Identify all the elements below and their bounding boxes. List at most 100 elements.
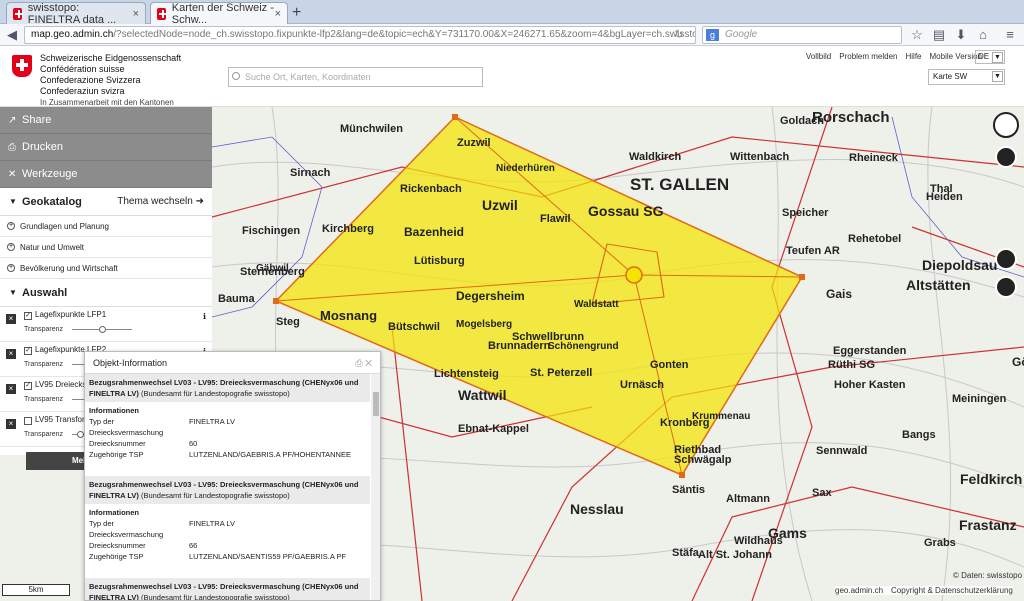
compass-icon[interactable]	[993, 112, 1019, 138]
remove-layer-icon[interactable]: ×	[6, 349, 16, 359]
remove-layer-icon[interactable]: ×	[6, 314, 16, 324]
print-button[interactable]: ⎙ Drucken	[0, 134, 212, 161]
bookmark-star-icon[interactable]: ☆	[908, 26, 926, 44]
arrow-right-icon: ➜	[195, 196, 204, 207]
switch-topic-link[interactable]: Thema wechseln ➜	[117, 188, 204, 216]
swiss-map-icon[interactable]	[995, 276, 1017, 298]
record-key: Zugehörige TSP	[89, 450, 144, 459]
place-label: Mosnang	[320, 308, 378, 323]
copyright-link[interactable]: Copyright & Datenschutzerklärung	[891, 586, 1013, 595]
new-tab-button[interactable]: +	[292, 4, 301, 22]
print-label: Drucken	[22, 141, 63, 153]
bookmarks-list-icon[interactable]: ▤	[930, 26, 948, 44]
browser-search-input[interactable]: g Google	[702, 26, 902, 44]
record-row: Typ der Dreiecksvermaschung FINELTRA LV	[85, 518, 370, 540]
place-label: Grabs	[924, 537, 956, 549]
record-value: LUTZENLAND/GAEBRIS.A PF/HOHENTANNEE	[189, 450, 351, 459]
record-key: Dreiecksnummer	[89, 439, 146, 448]
tab-label: Karten der Schweiz - Schw...	[171, 1, 274, 26]
location-search-input[interactable]: Suche Ort, Karten, Koordinaten	[228, 67, 483, 87]
share-button[interactable]: ↗ Share	[0, 107, 212, 134]
background-map-select[interactable]: Karte SW ▼	[928, 69, 1005, 85]
place-label: Speicher	[782, 207, 829, 219]
place-label: Gams	[768, 525, 807, 541]
record-value: FINELTRA LV	[189, 417, 235, 426]
address-bar[interactable]: map.geo.admin.ch/?selectedNode=node_ch.s…	[24, 26, 696, 44]
reload-icon[interactable]: ↻	[670, 26, 688, 44]
place-label: Wittenbach	[730, 151, 790, 163]
catalog-item[interactable]: + Grundlagen und Planung	[0, 216, 212, 237]
confederation-logo-text: Schweizerische Eidgenossenschaft Confédé…	[40, 53, 181, 108]
place-label: Meiningen	[952, 393, 1007, 405]
slider-handle[interactable]	[99, 326, 106, 333]
place-label: Altstätten	[906, 277, 971, 293]
layer-checkbox[interactable]: ✓	[24, 347, 32, 355]
menu-icon[interactable]: ≡	[1001, 26, 1019, 44]
record-value: 66	[189, 541, 198, 550]
close-icon[interactable]: ×	[275, 8, 281, 20]
attribution: © Daten: swisstopo	[953, 571, 1023, 580]
home-icon[interactable]: ⌂	[974, 26, 992, 44]
record-row: Dreiecksnummer 60	[85, 438, 370, 449]
plus-icon: +	[7, 243, 15, 251]
layer-checkbox[interactable]: ✓	[24, 382, 32, 390]
tools-icon: ✕	[8, 169, 17, 180]
place-label: Gonten	[650, 359, 689, 371]
place-label: Rickenbach	[400, 183, 462, 195]
place-label: Frastanz	[959, 517, 1017, 533]
report-problem-link[interactable]: Problem melden	[839, 52, 897, 61]
geolocate-icon[interactable]	[995, 146, 1017, 168]
remove-layer-icon[interactable]: ×	[6, 419, 16, 429]
scrollbar-thumb[interactable]	[373, 392, 379, 416]
place-label: Heiden	[926, 191, 963, 203]
info-record: Bezugsrahmenwechsel LV03 - LV95: Dreieck…	[85, 578, 370, 600]
record-row: Typ der Dreiecksvermaschung FINELTRA LV	[85, 416, 370, 438]
place-label: ST. GALLEN	[630, 175, 730, 194]
place-label: Hoher Kasten	[834, 379, 906, 391]
help-link[interactable]: Hilfe	[906, 52, 922, 61]
fullscreen-link[interactable]: Vollbild	[806, 52, 831, 61]
close-icon[interactable]: ×	[133, 8, 139, 20]
swiss-flag-icon	[13, 7, 23, 20]
close-icon[interactable]: ✕	[365, 358, 372, 368]
browser-tabbar: swisstopo: FINELTRA data ... × Karten de…	[0, 0, 1024, 26]
catalog-item[interactable]: + Natur und Umwelt	[0, 237, 212, 258]
browser-tab[interactable]: swisstopo: FINELTRA data ... ×	[6, 2, 146, 26]
place-label: Sax	[812, 487, 832, 499]
place-label: Uzwil	[482, 197, 518, 213]
auswahl-header[interactable]: ▼ Auswahl	[0, 279, 212, 307]
transparency-label: Transparenz	[24, 361, 64, 368]
language-select[interactable]: DE ▼	[975, 50, 1005, 64]
more-button[interactable]: Mehr	[26, 452, 91, 470]
place-label: Rheineck	[849, 152, 898, 164]
scale-label: 5km	[28, 585, 44, 594]
layer-checkbox[interactable]	[24, 417, 32, 425]
place-label: Eggerstanden	[833, 345, 907, 357]
zoom-in-icon[interactable]	[995, 248, 1017, 270]
info-icon[interactable]: ℹ	[203, 312, 206, 321]
map-select-value: Karte SW	[933, 72, 968, 81]
tools-button[interactable]: ✕ Werkzeuge	[0, 161, 212, 188]
layer-checkbox[interactable]: ✓	[24, 312, 32, 320]
map-footer: geo.admin.ch Copyright & Datenschutzerkl…	[835, 586, 1013, 595]
popup-scrollbar[interactable]	[371, 374, 380, 600]
record-value: LUTZENLAND/SAENTIS59 PF/GAEBRIS.A PF	[189, 552, 347, 561]
place-label: Rüthi SG	[828, 359, 876, 371]
footer-link[interactable]: geo.admin.ch	[835, 586, 883, 595]
back-icon[interactable]: ◀	[3, 26, 21, 44]
place-label: Bangs	[902, 429, 936, 441]
place-label: Lichtensteig	[434, 368, 499, 380]
print-icon[interactable]: ⎙	[355, 358, 362, 368]
place-label: Diepoldsau	[922, 257, 998, 273]
browser-tab-active[interactable]: Karten der Schweiz - Schw... ×	[150, 1, 288, 26]
geokatalog-header[interactable]: ▼ Geokatalog Thema wechseln ➜	[0, 188, 212, 216]
record-value: FINELTRA LV	[189, 519, 235, 528]
transparency-slider[interactable]	[72, 326, 132, 333]
place-label: Niederhüren	[496, 163, 555, 174]
catalog-item[interactable]: + Bevölkerung und Wirtschaft	[0, 258, 212, 279]
record-source: (Bundesamt für Landestopografie swisstop…	[140, 389, 290, 398]
place-label: Lütisburg	[414, 255, 465, 267]
remove-layer-icon[interactable]: ×	[6, 384, 16, 394]
download-icon[interactable]: ⬇	[952, 26, 970, 44]
fixpoint-marker[interactable]	[625, 266, 643, 284]
